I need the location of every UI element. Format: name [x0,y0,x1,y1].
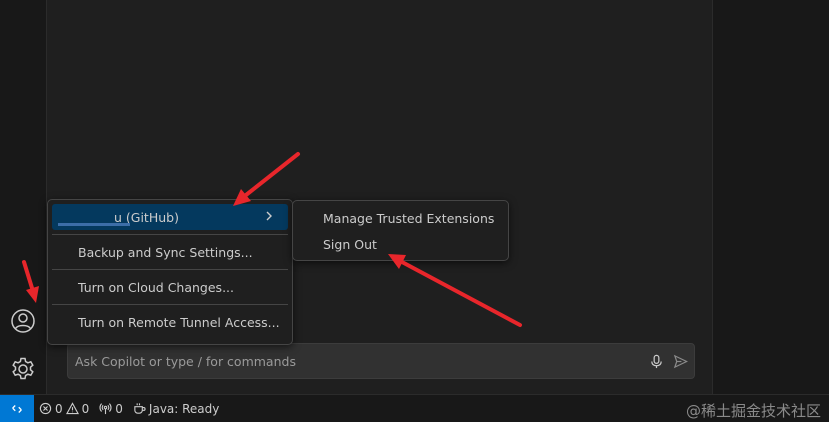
microphone-icon[interactable] [646,351,666,371]
warning-count: 0 [81,401,90,416]
secondary-side-panel [712,0,829,394]
remote-icon [12,404,22,413]
redacted-username [58,223,130,226]
account-menu: u (GitHub) Backup and Sync Settings... T… [47,199,293,345]
menu-separator [52,269,288,270]
warning-icon [65,402,79,415]
manage-trusted-extensions-item[interactable]: Manage Trusted Extensions [297,205,504,231]
coffee-cup-icon [134,403,146,414]
chevron-right-icon [266,211,272,221]
remote-window-button[interactable] [0,395,34,422]
account-item-github[interactable]: u (GitHub) [52,204,288,230]
problems-indicator[interactable]: 0 0 [34,395,94,422]
remote-tunnel-access-item[interactable]: Turn on Remote Tunnel Access... [52,309,288,335]
backup-sync-settings-item[interactable]: Backup and Sync Settings... [52,239,288,265]
account-submenu: Manage Trusted Extensions Sign Out [292,200,509,261]
broadcast-icon [99,403,112,415]
error-icon [39,402,52,415]
menu-item-label: Manage Trusted Extensions [323,210,495,226]
java-status[interactable]: Java: Ready [128,395,224,422]
cloud-changes-item[interactable]: Turn on Cloud Changes... [52,274,288,300]
activity-bar [0,0,47,394]
menu-item-label: Backup and Sync Settings... [78,244,253,260]
sign-out-item[interactable]: Sign Out [297,231,504,257]
ports-indicator[interactable]: 0 [94,395,128,422]
gear-icon[interactable] [8,354,38,384]
menu-item-label: Turn on Cloud Changes... [78,279,234,295]
menu-separator [52,304,288,305]
menu-item-label: Turn on Remote Tunnel Access... [78,314,280,330]
error-count: 0 [55,401,63,416]
chat-input[interactable] [75,353,646,369]
menu-item-label: Sign Out [323,236,377,252]
status-bar: 0 0 0 Java: Ready @稀土掘金技术社区 [0,394,829,422]
menu-separator [52,234,288,235]
java-status-label: Java: Ready [148,401,220,416]
send-icon[interactable] [670,351,690,371]
accounts-icon[interactable] [8,306,38,336]
chat-input-box[interactable] [67,343,695,379]
ports-count: 0 [115,401,123,416]
watermark: @稀土掘金技术社区 [685,402,821,420]
